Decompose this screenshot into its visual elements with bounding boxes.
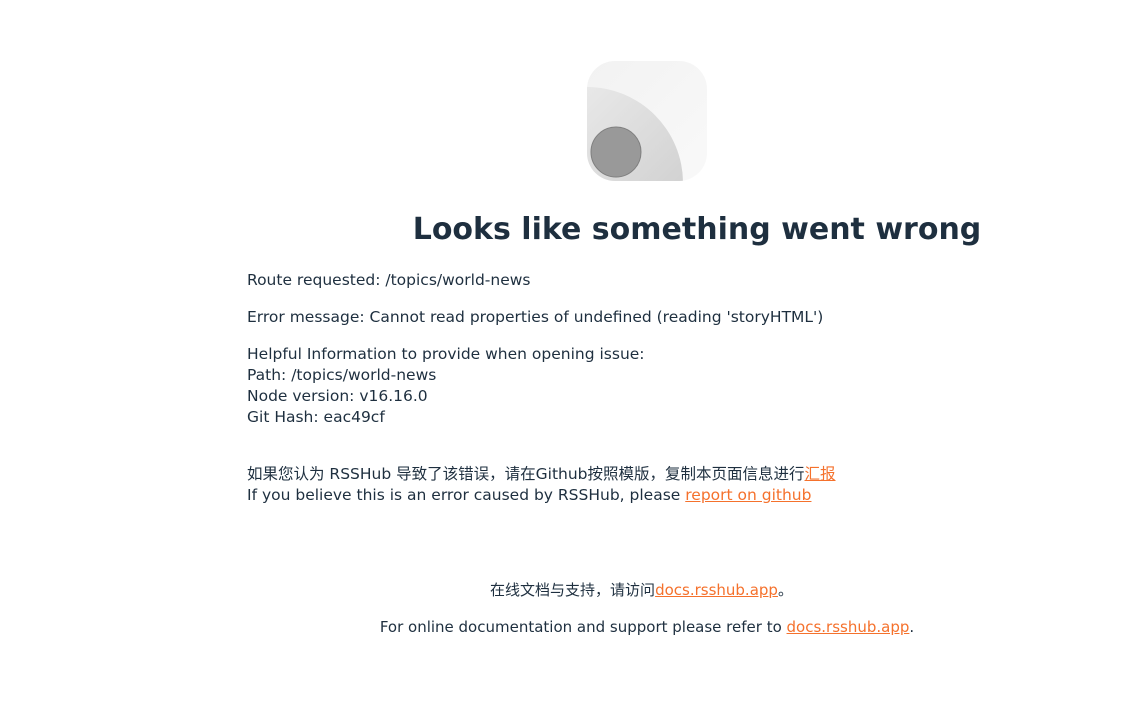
report-en-line: If you believe this is an error caused b… [247,486,812,504]
error-message-value: Cannot read properties of undefined (rea… [369,308,824,326]
rsshub-logo-icon [587,61,707,181]
git-hash-line: Git Hash: eac49cf [247,408,385,426]
footer-cn-docs-link[interactable]: docs.rsshub.app [655,581,778,599]
report-en-link[interactable]: report on github [685,486,811,504]
page-title: Looks like something went wrong [412,212,982,247]
footer-cn-line: 在线文档与支持，请访问docs.rsshub.app。 [490,581,793,599]
route-value: /topics/world-news [385,271,531,289]
footer-en-docs-link[interactable]: docs.rsshub.app [787,618,910,636]
footer-en-line: For online documentation and support ple… [379,618,915,636]
git-hash-value: eac49cf [323,408,385,426]
error-details: Route requested: /topics/world-news Erro… [247,270,1087,506]
node-version-line: Node version: v16.16.0 [247,387,428,405]
route-line: Route requested: /topics/world-news [247,271,531,289]
error-message-line: Error message: Cannot read properties of… [247,308,824,326]
path-line: Path: /topics/world-news [247,366,437,384]
report-cn-link[interactable]: 汇报 [805,465,836,483]
report-cn-line: 如果您认为 RSSHub 导致了该错误，请在Github按照模版，复制本页面信息… [247,465,836,483]
path-value: /topics/world-news [291,366,437,384]
node-version-value: v16.16.0 [359,387,428,405]
helpful-info-heading: Helpful Information to provide when open… [247,345,645,363]
